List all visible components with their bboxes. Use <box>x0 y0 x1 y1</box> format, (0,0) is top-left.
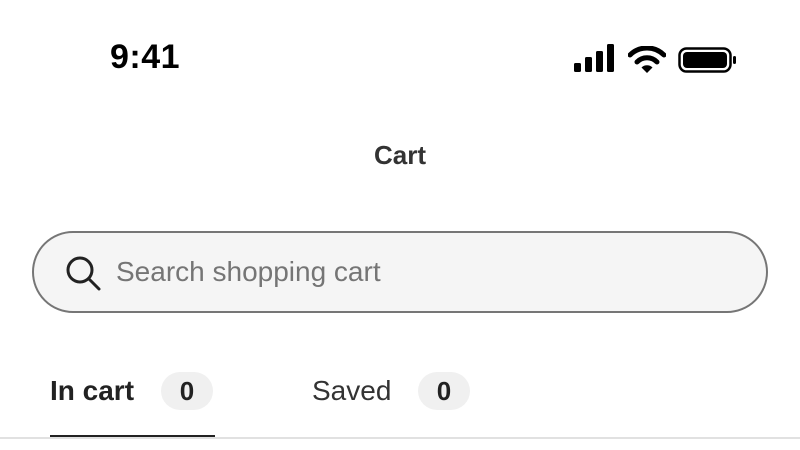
search-bar[interactable] <box>32 231 768 313</box>
search-input[interactable] <box>116 251 736 293</box>
tab-count-badge: 0 <box>418 372 470 410</box>
search-icon <box>66 256 101 291</box>
tab-label: In cart <box>50 375 135 406</box>
page-title: Cart <box>373 140 426 170</box>
cellular-signal-icon <box>574 44 614 72</box>
tab-count-badge: 0 <box>161 372 213 410</box>
tab-in-cart[interactable]: In cart 0 <box>50 350 215 438</box>
status-icons <box>574 44 744 74</box>
status-time: 9:41 <box>110 38 181 76</box>
wifi-icon <box>628 46 666 73</box>
tabs-divider <box>0 437 800 439</box>
battery-icon <box>678 47 736 73</box>
tab-label: Saved <box>312 375 392 406</box>
tab-saved[interactable]: Saved 0 <box>312 350 472 438</box>
cart-tabs: In cart 0 Saved 0 <box>0 350 800 438</box>
